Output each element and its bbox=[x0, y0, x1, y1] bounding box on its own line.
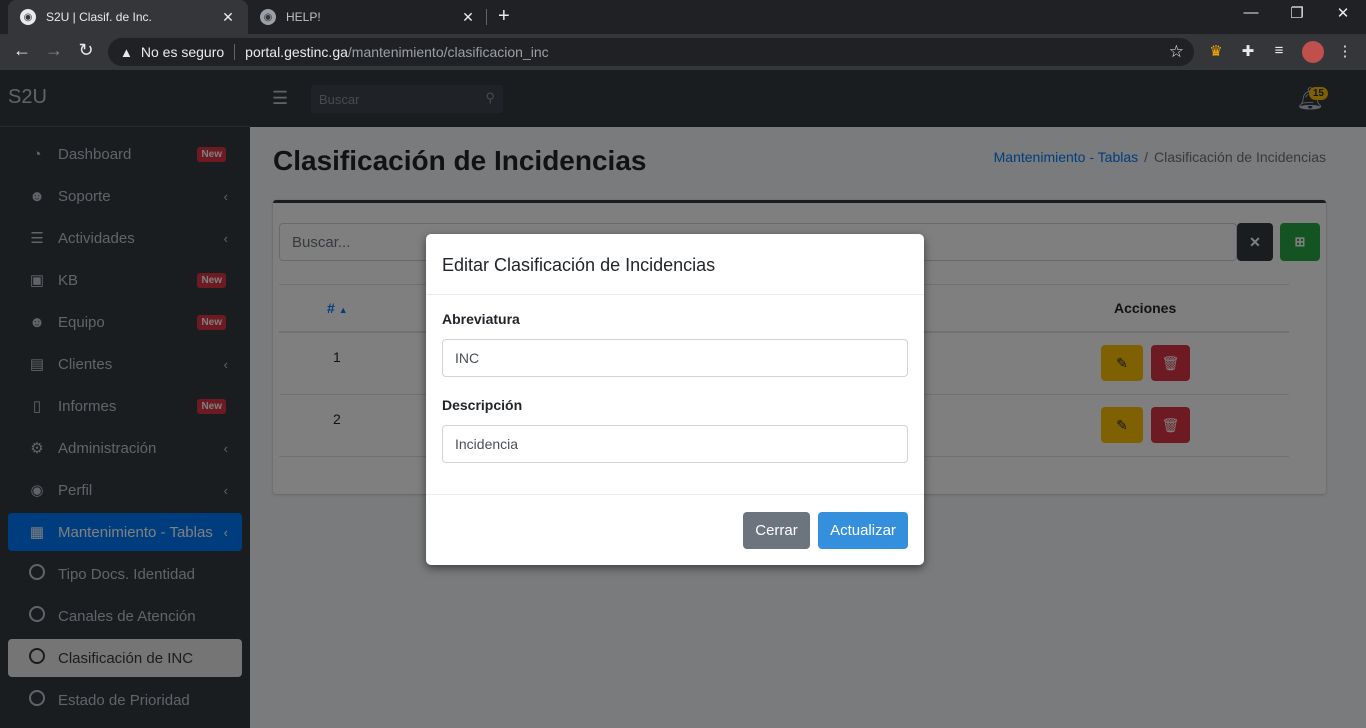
minimize-icon[interactable]: — bbox=[1228, 4, 1274, 21]
tab-divider bbox=[486, 9, 487, 25]
url-domain: portal.gestinc.ga bbox=[245, 44, 348, 60]
security-label: No es seguro bbox=[140, 44, 225, 60]
bookmark-star-icon[interactable]: ☆ bbox=[1169, 42, 1184, 62]
warning-icon: ▲ bbox=[120, 44, 133, 60]
media-queue-icon[interactable]: ≡ bbox=[1268, 42, 1290, 59]
tab-title: HELP! bbox=[286, 10, 321, 24]
crown-extension-icon[interactable]: ♛ bbox=[1205, 42, 1227, 60]
browser-toolbar: ← → ↻ ▲ No es seguro portal.gestinc.ga /… bbox=[0, 34, 1366, 70]
window-close-icon[interactable]: ✕ bbox=[1320, 4, 1366, 22]
restore-icon[interactable]: ❐ bbox=[1274, 4, 1320, 22]
address-bar[interactable]: ▲ No es seguro portal.gestinc.ga /manten… bbox=[108, 38, 1194, 66]
description-input[interactable] bbox=[442, 425, 908, 463]
tab-title: S2U | Clasif. de Inc. bbox=[46, 10, 152, 24]
extensions-puzzle-icon[interactable]: ✚ bbox=[1237, 42, 1259, 60]
new-tab-icon[interactable]: + bbox=[498, 5, 510, 28]
url-path: /mantenimiento/clasificacion_inc bbox=[347, 44, 549, 60]
profile-avatar[interactable] bbox=[1302, 41, 1324, 63]
browser-tab-bar: ◉ S2U | Clasif. de Inc. ✕ ◉ HELP! ✕ + — … bbox=[0, 0, 1366, 34]
close-button[interactable]: Cerrar bbox=[743, 512, 810, 549]
omnibox-separator bbox=[234, 44, 236, 60]
modal-body: Abreviatura Descripción bbox=[426, 295, 924, 495]
abbreviation-label: Abreviatura bbox=[442, 311, 520, 327]
close-icon[interactable]: ✕ bbox=[220, 9, 236, 26]
back-icon[interactable]: ← bbox=[10, 40, 34, 61]
edit-classification-modal: Editar Clasificación de Incidencias Abre… bbox=[426, 234, 924, 565]
globe-icon: ◉ bbox=[260, 9, 276, 25]
modal-footer: Cerrar Actualizar bbox=[426, 495, 924, 565]
globe-icon: ◉ bbox=[20, 9, 36, 25]
description-label: Descripción bbox=[442, 397, 523, 413]
forward-icon[interactable]: → bbox=[42, 40, 66, 61]
update-button[interactable]: Actualizar bbox=[818, 512, 908, 549]
close-icon[interactable]: ✕ bbox=[460, 9, 476, 26]
modal-title: Editar Clasificación de Incidencias bbox=[426, 234, 924, 295]
reload-icon[interactable]: ↻ bbox=[74, 40, 98, 61]
browser-tab-active[interactable]: ◉ S2U | Clasif. de Inc. ✕ bbox=[8, 0, 248, 34]
browser-tab-inactive[interactable]: ◉ HELP! ✕ bbox=[248, 0, 488, 34]
abbreviation-input[interactable] bbox=[442, 339, 908, 377]
menu-kebab-icon[interactable]: ⋮ bbox=[1334, 42, 1356, 60]
